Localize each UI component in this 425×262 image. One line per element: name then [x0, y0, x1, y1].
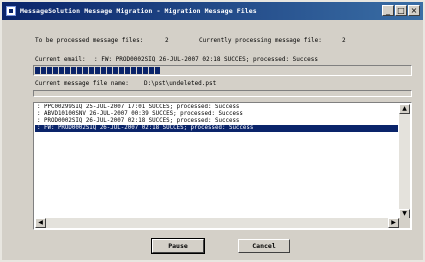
to-process-label: To be processed message files: — [35, 37, 144, 44]
scrollbar-corner — [399, 218, 410, 228]
current-email-label: Current email: — [35, 56, 86, 63]
window-controls: _ □ × — [382, 5, 420, 16]
progress-block — [113, 67, 118, 74]
progress-block — [119, 67, 124, 74]
scroll-right-button[interactable]: ▶ — [388, 218, 399, 228]
progress-block — [137, 67, 142, 74]
progress-block — [41, 67, 46, 74]
current-email-value: : FW: PROD0002SIQ 26-JUL-2007 02:18 SUCC… — [94, 56, 318, 63]
progress-block — [143, 67, 148, 74]
progress-block — [107, 67, 112, 74]
file-name-value: D:\pst\undeleted.pst — [144, 80, 217, 87]
close-button[interactable]: × — [408, 5, 420, 16]
scroll-up-button[interactable]: ▲ — [399, 104, 410, 114]
progress-block — [101, 67, 106, 74]
to-process-count: 2 — [165, 37, 169, 44]
progress-fill — [35, 67, 410, 74]
message-list[interactable]: : PPC00299SIQ 25-JUL-2007 17:01 SUCCES; … — [33, 102, 412, 230]
progress-block — [53, 67, 58, 74]
vertical-scrollbar[interactable]: ▲ ▼ — [399, 104, 410, 219]
progress-bar — [33, 65, 412, 76]
progress-block — [131, 67, 136, 74]
list-item[interactable]: : PPC00299SIQ 25-JUL-2007 17:01 SUCCES; … — [35, 104, 398, 111]
progress-block — [35, 67, 40, 74]
progress-block — [155, 67, 160, 74]
list-item[interactable]: : FW: PROD0002SIQ 26-JUL-2007 02:18 SUCC… — [35, 125, 398, 132]
progress-block — [65, 67, 70, 74]
progress-block — [149, 67, 154, 74]
progress-block — [59, 67, 64, 74]
scroll-left-button[interactable]: ◀ — [35, 218, 46, 228]
progress-block — [71, 67, 76, 74]
file-name-label: Current message file name: — [35, 80, 129, 87]
app-icon — [6, 6, 16, 16]
window-title: MessageSolution Message Migration - Migr… — [20, 7, 257, 15]
progress-block — [47, 67, 52, 74]
maximize-button[interactable]: □ — [395, 5, 407, 16]
current-file-index-label: Currently processing message file: — [199, 37, 322, 44]
progress-block — [77, 67, 82, 74]
message-list-items: : PPC00299SIQ 25-JUL-2007 17:01 SUCCES; … — [35, 104, 398, 219]
list-item[interactable]: : PROD0002SIQ 26-JUL-2007 02:18 SUCCES; … — [35, 118, 398, 125]
list-item[interactable]: : ABVD10100SNV 26-JUL-2007 00:39 SUCCES;… — [35, 111, 398, 118]
progress-block — [95, 67, 100, 74]
migration-window: MessageSolution Message Migration - Migr… — [0, 0, 425, 262]
pause-button[interactable]: Pause — [151, 238, 205, 254]
progress-block — [89, 67, 94, 74]
current-file-index: 2 — [342, 37, 346, 44]
file-progress-bar — [33, 90, 412, 97]
progress-block — [125, 67, 130, 74]
minimize-button[interactable]: _ — [382, 5, 394, 16]
cancel-button[interactable]: Cancel — [238, 239, 290, 253]
progress-block — [83, 67, 88, 74]
title-bar[interactable]: MessageSolution Message Migration - Migr… — [2, 2, 423, 20]
horizontal-scrollbar[interactable]: ◀ ▶ — [35, 218, 399, 228]
